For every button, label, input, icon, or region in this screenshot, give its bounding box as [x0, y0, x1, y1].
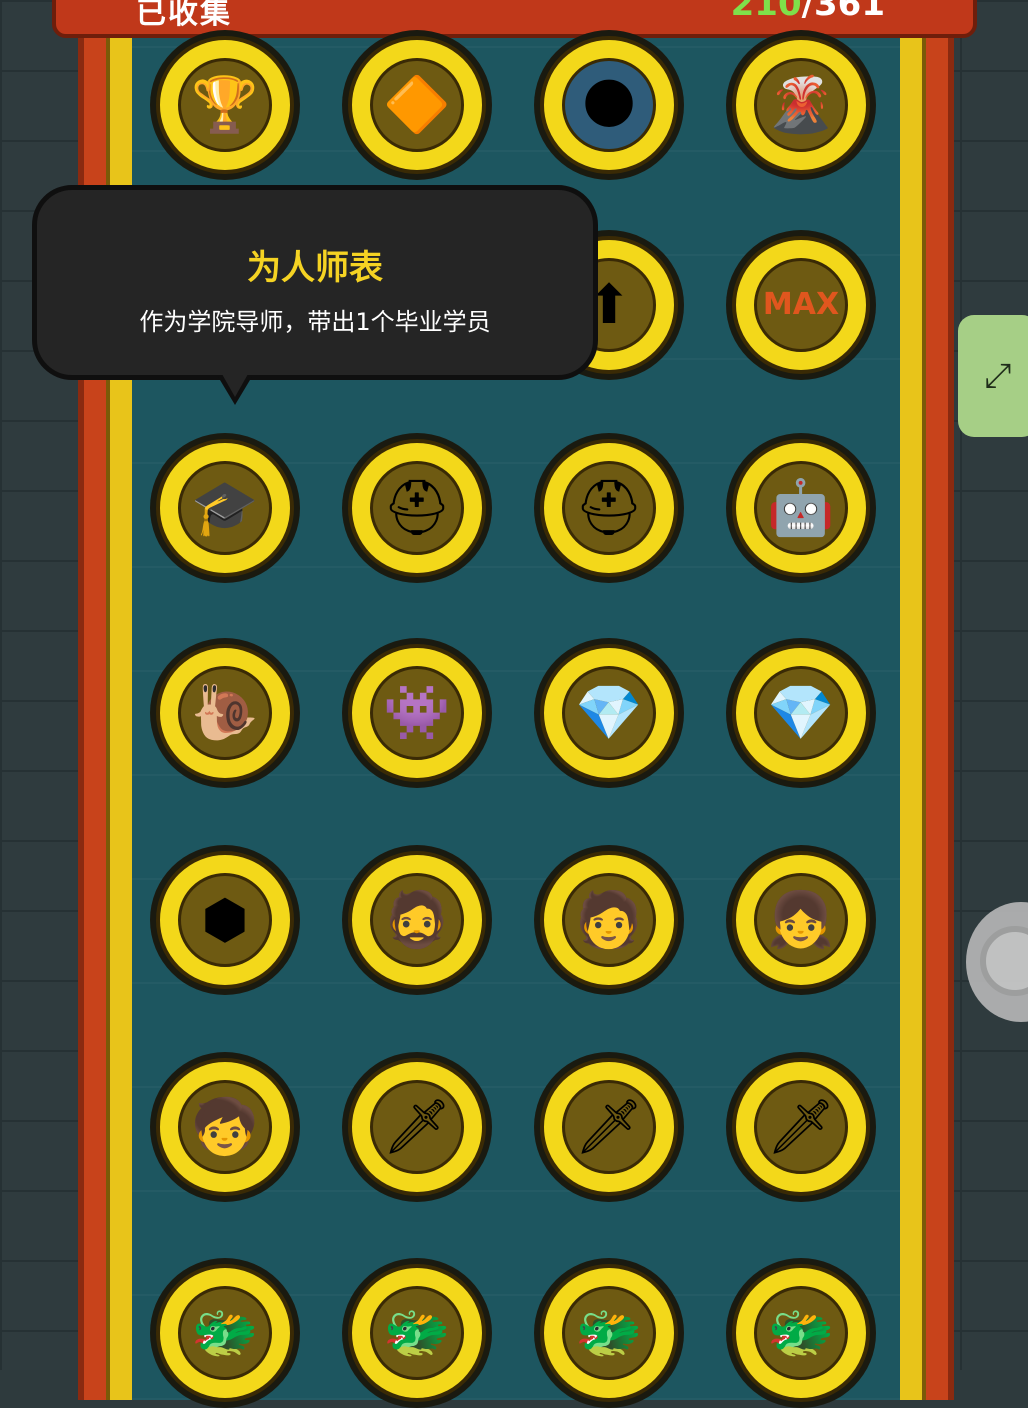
orange-beast-badge[interactable]: 🐲: [534, 1258, 684, 1408]
badge-ring: 💎: [540, 644, 678, 782]
collection-header: 已收集 210/361: [52, 0, 977, 38]
badge-ring: 🐲: [348, 1264, 486, 1402]
badge-ring: MAX: [732, 236, 870, 374]
silver-beast-icon: 🐲: [754, 1286, 848, 1380]
silver-warrior-icon: 🗡: [754, 1080, 848, 1174]
gem-set-yellow-icon: 💎: [754, 666, 848, 760]
bronze-warrior-badge[interactable]: 🗡: [342, 1052, 492, 1202]
blue-crater-icon: 🌑: [562, 58, 656, 152]
badge-ring: 👾: [348, 644, 486, 782]
floating-ball-inner: [980, 926, 1028, 996]
volcano-icon: 🌋: [754, 58, 848, 152]
robot-skull-icon: 🤖: [754, 461, 848, 555]
shaggy-hero-badge[interactable]: 🧔: [342, 845, 492, 995]
badge-ring: 🐲: [540, 1264, 678, 1402]
gold-beast-badge[interactable]: 🐲: [150, 1258, 300, 1408]
badge-ring: 🐲: [156, 1264, 294, 1402]
badge-ring: 🌋: [732, 36, 870, 174]
purple-monster-icon: 👾: [370, 666, 464, 760]
orange-warrior-icon: 🗡: [562, 1080, 656, 1174]
badge-tooltip: 为人师表 作为学院导师，带出1个毕业学员: [32, 185, 598, 405]
collected-count: 210: [730, 0, 802, 24]
purple-monster-badge[interactable]: 👾: [342, 638, 492, 788]
silver-beast-badge[interactable]: 🐲: [726, 1258, 876, 1408]
badge-ring: 🌑: [540, 36, 678, 174]
volcano-badge[interactable]: 🌋: [726, 30, 876, 180]
expand-icon: ⤢: [984, 356, 1012, 396]
gem-set-blue-icon: 💎: [562, 666, 656, 760]
graduate-mentor-icon: 🎓: [178, 461, 272, 555]
collection-title: 已收集: [136, 0, 232, 31]
silver-helmet-icon: ⛑: [370, 461, 464, 555]
red-hair-girl-badge[interactable]: 👧: [726, 845, 876, 995]
badge-ring: 🐌: [156, 644, 294, 782]
badge-ring: 💎: [732, 644, 870, 782]
bronze-beast-icon: 🐲: [370, 1286, 464, 1380]
graduate-mentor-badge[interactable]: 🎓: [150, 433, 300, 583]
badge-ring: 🧔: [348, 851, 486, 989]
tooltip-description: 作为学院导师，带出1个毕业学员: [139, 308, 491, 336]
tooltip-pointer-inner: [222, 374, 248, 397]
gem-set-yellow-badge[interactable]: 💎: [726, 638, 876, 788]
gold-helmet-badge[interactable]: ⛑: [534, 433, 684, 583]
blue-hair-goggles-icon: 🧑: [562, 873, 656, 967]
gem-set-bronze-badge[interactable]: ⬢: [150, 845, 300, 995]
badge-ring: 🗡: [732, 1058, 870, 1196]
red-crystal-badge[interactable]: 🔶: [342, 30, 492, 180]
red-crystal-icon: 🔶: [370, 58, 464, 152]
brown-hair-kid-badge[interactable]: 🧒: [150, 1052, 300, 1202]
golden-trophy-icon: 🏆: [178, 58, 272, 152]
robot-skull-badge[interactable]: 🤖: [726, 433, 876, 583]
badge-ring: 🐲: [732, 1264, 870, 1402]
max-level-badge[interactable]: MAX: [726, 230, 876, 380]
pink-snail-badge[interactable]: 🐌: [150, 638, 300, 788]
badge-ring: 👧: [732, 851, 870, 989]
pink-snail-icon: 🐌: [178, 666, 272, 760]
bronze-beast-badge[interactable]: 🐲: [342, 1258, 492, 1408]
badge-ring: 🎓: [156, 439, 294, 577]
red-hair-girl-icon: 👧: [754, 873, 848, 967]
shaggy-hero-icon: 🧔: [370, 873, 464, 967]
badge-ring: 🤖: [732, 439, 870, 577]
badge-ring: ⛑: [348, 439, 486, 577]
collection-count: 210/361: [731, 0, 885, 24]
total-count: /361: [801, 0, 885, 24]
orange-warrior-badge[interactable]: 🗡: [534, 1052, 684, 1202]
silver-warrior-badge[interactable]: 🗡: [726, 1052, 876, 1202]
blue-crater-badge[interactable]: 🌑: [534, 30, 684, 180]
badge-ring: 🗡: [348, 1058, 486, 1196]
badge-ring: 🏆: [156, 36, 294, 174]
gold-beast-icon: 🐲: [178, 1286, 272, 1380]
blue-hair-goggles-badge[interactable]: 🧑: [534, 845, 684, 995]
badge-ring: ⛑: [540, 439, 678, 577]
tooltip-title: 为人师表: [247, 248, 383, 288]
gold-helmet-icon: ⛑: [562, 461, 656, 555]
gem-set-bronze-icon: ⬢: [178, 873, 272, 967]
badge-ring: 🔶: [348, 36, 486, 174]
badge-ring: 🗡: [540, 1058, 678, 1196]
silver-helmet-badge[interactable]: ⛑: [342, 433, 492, 583]
max-level-icon: MAX: [754, 258, 848, 352]
bronze-warrior-icon: 🗡: [370, 1080, 464, 1174]
orange-beast-icon: 🐲: [562, 1286, 656, 1380]
badge-ring: 🧒: [156, 1058, 294, 1196]
brown-hair-kid-icon: 🧒: [178, 1080, 272, 1174]
badge-ring: 🧑: [540, 851, 678, 989]
golden-trophy-badge[interactable]: 🏆: [150, 30, 300, 180]
expand-button[interactable]: ⤢: [958, 315, 1028, 437]
badge-ring: ⬢: [156, 851, 294, 989]
gem-set-blue-badge[interactable]: 💎: [534, 638, 684, 788]
